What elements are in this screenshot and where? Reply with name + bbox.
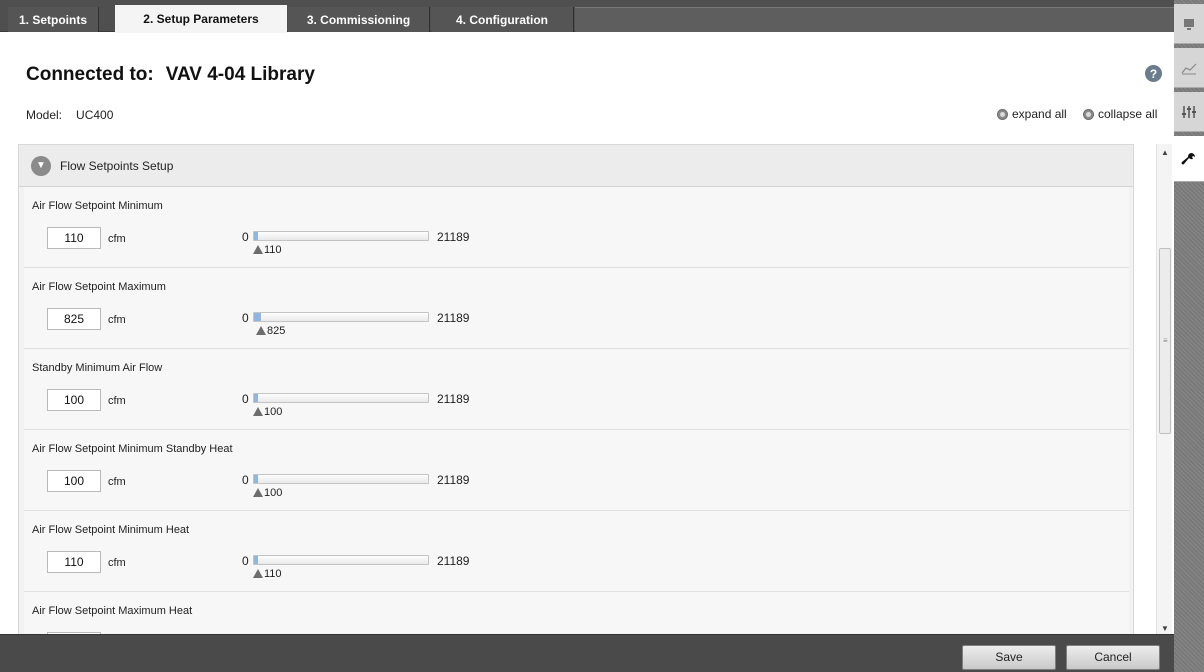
setpoint-label: Air Flow Setpoint Maximum Heat (32, 605, 193, 617)
marker-value: 825 (267, 325, 286, 337)
setpoint-row: Standby Minimum Air Flow 100 cfm 0 21189… (24, 349, 1129, 430)
setpoint-label: Air Flow Setpoint Minimum Standby Heat (32, 443, 233, 455)
expand-all-button[interactable]: expand all (997, 107, 1067, 121)
setpoint-label: Air Flow Setpoint Minimum Heat (32, 524, 190, 536)
section-title: Flow Setpoints Setup (60, 158, 174, 173)
sliders-icon[interactable] (1174, 92, 1204, 132)
setpoint-row: Air Flow Setpoint Minimum Standby Heat 1… (24, 430, 1129, 511)
scroll-up-arrow-icon[interactable]: ▲ (1157, 144, 1173, 160)
range-max-label: 21189 (437, 311, 470, 325)
range-slider[interactable] (253, 312, 429, 322)
setpoint-value-input[interactable]: 100 (47, 470, 101, 492)
slider-fill (254, 313, 261, 321)
chevron-down-icon[interactable]: ▼ (31, 155, 51, 176)
slider-marker[interactable]: 100 (253, 487, 282, 499)
setpoint-row: Air Flow Setpoint Minimum 110 cfm 0 2118… (24, 187, 1129, 268)
connected-label: Connected to: (26, 64, 154, 85)
setpoint-label: Air Flow Setpoint Maximum (32, 281, 166, 293)
setpoint-value-input[interactable]: 110 (47, 551, 101, 573)
tab-bar-filler (575, 7, 1174, 32)
device-name: VAV 4-04 Library (165, 64, 315, 85)
cancel-button[interactable]: Cancel (1066, 645, 1160, 670)
slider-marker[interactable]: 110 (253, 568, 282, 580)
save-button[interactable]: Save (962, 645, 1056, 670)
triangle-marker-icon (253, 569, 263, 578)
flow-setpoints-panel: ▼ Flow Setpoints Setup Air Flow Setpoint… (18, 144, 1134, 636)
slider-fill (254, 556, 258, 564)
chart-icon[interactable] (1174, 48, 1204, 88)
unit-label: cfm (108, 233, 126, 245)
range-slider[interactable] (253, 231, 429, 241)
slider-marker[interactable]: 100 (253, 406, 282, 418)
marker-value: 100 (264, 406, 283, 418)
triangle-marker-icon (253, 245, 263, 254)
slider-fill (254, 475, 258, 483)
tab-commissioning[interactable]: 3. Commissioning (288, 7, 430, 32)
grip-icon: ≡ (1163, 336, 1168, 345)
app-window: 1. Setpoints 2. Setup Parameters 3. Comm… (0, 0, 1204, 672)
tab-setpoints[interactable]: 1. Setpoints (8, 7, 99, 32)
range-min-label: 0 (242, 230, 249, 244)
range-max-label: 21189 (437, 230, 470, 244)
marker-value: 100 (264, 487, 283, 499)
model-value: UC400 (76, 108, 114, 122)
range-min-label: 0 (242, 392, 249, 406)
unit-label: cfm (108, 476, 126, 488)
triangle-marker-icon (253, 488, 263, 497)
unit-label: cfm (108, 395, 126, 407)
expand-all-icon (997, 108, 1008, 120)
setpoint-label: Standby Minimum Air Flow (32, 362, 163, 374)
slider-marker[interactable]: 825 (256, 325, 285, 337)
setpoint-label: Air Flow Setpoint Minimum (32, 200, 163, 212)
marker-value: 110 (264, 568, 282, 580)
model-row: Model: UC400 (26, 108, 113, 122)
tab-configuration[interactable]: 4. Configuration (431, 7, 574, 32)
setpoint-value-input[interactable]: 110 (47, 227, 101, 249)
setpoint-row: Air Flow Setpoint Maximum 825 cfm 0 2118… (24, 268, 1129, 349)
slider-fill (254, 232, 258, 240)
model-label: Model: (26, 108, 63, 122)
range-slider[interactable] (253, 393, 429, 403)
setpoint-row: Air Flow Setpoint Minimum Heat 110 cfm 0… (24, 511, 1129, 592)
tab-bar: 1. Setpoints 2. Setup Parameters 3. Comm… (0, 0, 1174, 33)
expand-all-label: expand all (1012, 107, 1067, 121)
tab-setup-parameters[interactable]: 2. Setup Parameters (115, 5, 287, 33)
scroll-thumb[interactable]: ≡ (1159, 248, 1171, 434)
range-max-label: 21189 (437, 554, 470, 568)
setpoint-rows: Air Flow Setpoint Minimum 110 cfm 0 2118… (19, 187, 1129, 635)
slider-marker[interactable]: 110 (253, 244, 282, 256)
collapse-all-button[interactable]: collapse all (1083, 107, 1157, 121)
range-max-label: 21189 (437, 473, 470, 487)
collapse-all-label: collapse all (1098, 107, 1158, 121)
monitor-icon[interactable] (1174, 4, 1204, 44)
page-title: Connected to: VAV 4-04 Library (26, 64, 315, 86)
right-tool-rail (1174, 0, 1204, 672)
range-slider[interactable] (253, 474, 429, 484)
range-max-label: 21189 (437, 392, 470, 406)
wrench-icon[interactable] (1174, 136, 1204, 182)
range-min-label: 0 (242, 311, 249, 325)
range-min-label: 0 (242, 473, 249, 487)
setpoint-row: Air Flow Setpoint Maximum Heat (24, 592, 1129, 635)
setpoint-value-input[interactable]: 100 (47, 389, 101, 411)
setpoint-value-input[interactable]: 825 (47, 308, 101, 330)
range-min-label: 0 (242, 554, 249, 568)
marker-value: 110 (264, 244, 282, 256)
section-header[interactable]: ▼ Flow Setpoints Setup (19, 145, 1133, 187)
collapse-all-icon (1083, 108, 1094, 120)
triangle-marker-icon (256, 326, 266, 335)
unit-label: cfm (108, 314, 126, 326)
unit-label: cfm (108, 557, 126, 569)
slider-fill (254, 394, 258, 402)
help-icon[interactable]: ? (1145, 65, 1162, 82)
triangle-marker-icon (253, 407, 263, 416)
range-slider[interactable] (253, 555, 429, 565)
vertical-scrollbar[interactable]: ▲ ≡ ▼ (1156, 144, 1172, 636)
